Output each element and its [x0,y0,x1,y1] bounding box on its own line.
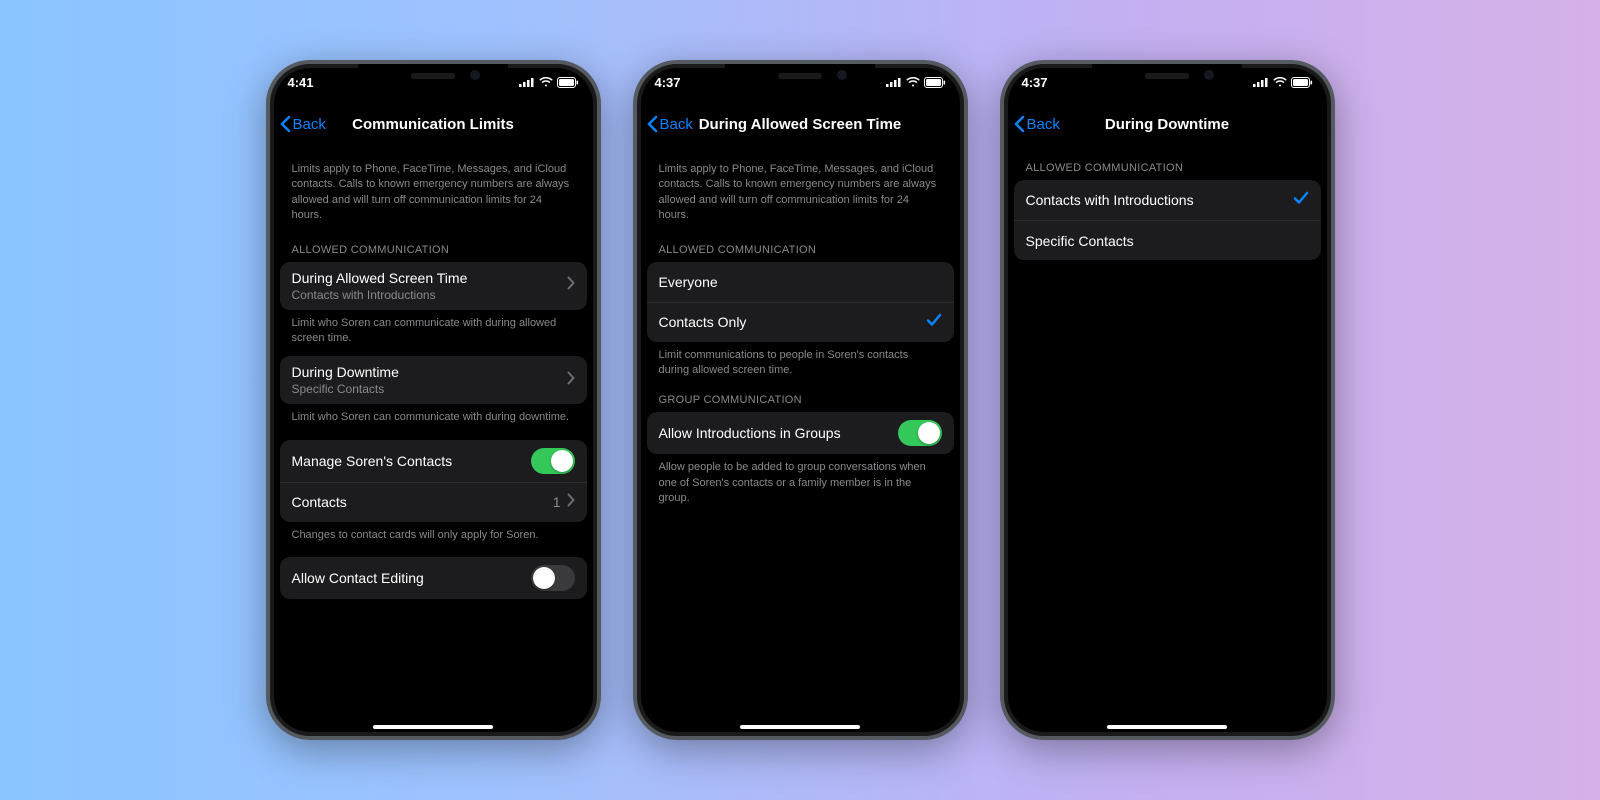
group-allowed-comm: Everyone Contacts Only [647,262,954,342]
footer-text: Limit communications to people in Soren'… [647,342,954,379]
notch [358,64,508,90]
wifi-icon [539,77,553,87]
battery-icon [1291,77,1313,88]
home-indicator[interactable] [1107,725,1227,729]
row-title: Manage Soren's Contacts [292,453,531,469]
section-header: ALLOWED COMMUNICATION [647,228,954,262]
back-label: Back [660,116,693,133]
row-allow-introductions[interactable]: Allow Introductions in Groups [647,412,954,454]
status-indicators [886,77,946,88]
row-manage-contacts[interactable]: Manage Soren's Contacts [280,440,587,482]
chevron-left-icon [280,115,291,133]
back-label: Back [1027,116,1060,133]
status-time: 4:37 [655,75,681,90]
section-header: ALLOWED COMMUNICATION [280,228,587,262]
home-indicator[interactable] [373,725,493,729]
back-button[interactable]: Back [1014,115,1060,133]
signal-icon [519,77,535,87]
signal-icon [1253,77,1269,87]
row-title: During Downtime [292,364,567,380]
status-indicators [1253,77,1313,88]
wifi-icon [1273,77,1287,87]
home-indicator[interactable] [740,725,860,729]
row-title: Allow Contact Editing [292,570,531,586]
row-everyone[interactable]: Everyone [647,262,954,302]
chevron-right-icon [567,371,575,390]
toggle-manage-contacts[interactable] [531,448,575,474]
row-title: During Allowed Screen Time [292,270,567,286]
notch [725,64,875,90]
chevron-left-icon [647,115,658,133]
chevron-right-icon [567,493,575,512]
footer-text: Limit who Soren can communicate with dur… [280,404,587,425]
phone-3: 4:37 Back During Downtime ALLOWED COMMUN… [1000,60,1335,740]
phone-1: 4:41 Back Communication Limits Limits ap… [266,60,601,740]
row-contacts-only[interactable]: Contacts Only [647,302,954,342]
row-title: Allow Introductions in Groups [659,425,898,441]
row-specific-contacts[interactable]: Specific Contacts [1014,220,1321,260]
phone-2: 4:37 Back During Allowed Screen Time Lim… [633,60,968,740]
toggle-allow-contact-editing[interactable] [531,565,575,591]
status-indicators [519,77,579,88]
row-title: Contacts with Introductions [1026,192,1293,208]
row-allow-contact-editing[interactable]: Allow Contact Editing [280,557,587,599]
group-allowed-comm: Contacts with Introductions Specific Con… [1014,180,1321,260]
group-contact-editing: Allow Contact Editing [280,557,587,599]
row-title: Contacts [292,494,553,510]
row-value: 1 [553,494,561,510]
page-title: During Downtime [1105,116,1229,133]
row-during-downtime[interactable]: During Downtime Specific Contacts [280,356,587,404]
content: Limits apply to Phone, FaceTime, Message… [280,146,587,728]
signal-icon [886,77,902,87]
section-header: GROUP COMMUNICATION [647,378,954,412]
group-group-comm: Allow Introductions in Groups [647,412,954,454]
wifi-icon [906,77,920,87]
row-contacts[interactable]: Contacts 1 [280,482,587,522]
nav-bar: Back Communication Limits [270,104,597,144]
back-button[interactable]: Back [647,115,693,133]
nav-bar: Back During Allowed Screen Time [637,104,964,144]
row-subtitle: Contacts with Introductions [292,288,567,302]
battery-icon [924,77,946,88]
row-title: Everyone [659,274,942,290]
row-title: Specific Contacts [1026,233,1309,249]
intro-text: Limits apply to Phone, FaceTime, Message… [280,146,587,228]
footer-text: Allow people to be added to group conver… [647,454,954,506]
status-time: 4:37 [1022,75,1048,90]
row-subtitle: Specific Contacts [292,382,567,396]
chevron-right-icon [567,276,575,295]
toggle-allow-introductions[interactable] [898,420,942,446]
back-label: Back [293,116,326,133]
group-downtime: During Downtime Specific Contacts [280,356,587,404]
page-title: During Allowed Screen Time [699,116,902,133]
row-title: Contacts Only [659,314,926,330]
group-screen-time: During Allowed Screen Time Contacts with… [280,262,587,310]
battery-icon [557,77,579,88]
status-time: 4:41 [288,75,314,90]
row-contacts-with-introductions[interactable]: Contacts with Introductions [1014,180,1321,220]
footer-text: Limit who Soren can communicate with dur… [280,310,587,347]
content: Limits apply to Phone, FaceTime, Message… [647,146,954,728]
content: ALLOWED COMMUNICATION Contacts with Intr… [1014,146,1321,728]
nav-bar: Back During Downtime [1004,104,1331,144]
chevron-left-icon [1014,115,1025,133]
row-during-allowed-screen-time[interactable]: During Allowed Screen Time Contacts with… [280,262,587,310]
page-title: Communication Limits [352,116,514,133]
intro-text: Limits apply to Phone, FaceTime, Message… [647,146,954,228]
group-manage-contacts: Manage Soren's Contacts Contacts 1 [280,440,587,522]
section-header: ALLOWED COMMUNICATION [1014,146,1321,180]
back-button[interactable]: Back [280,115,326,133]
notch [1092,64,1242,90]
checkmark-icon [1293,191,1309,210]
footer-text: Changes to contact cards will only apply… [280,522,587,543]
checkmark-icon [926,313,942,332]
